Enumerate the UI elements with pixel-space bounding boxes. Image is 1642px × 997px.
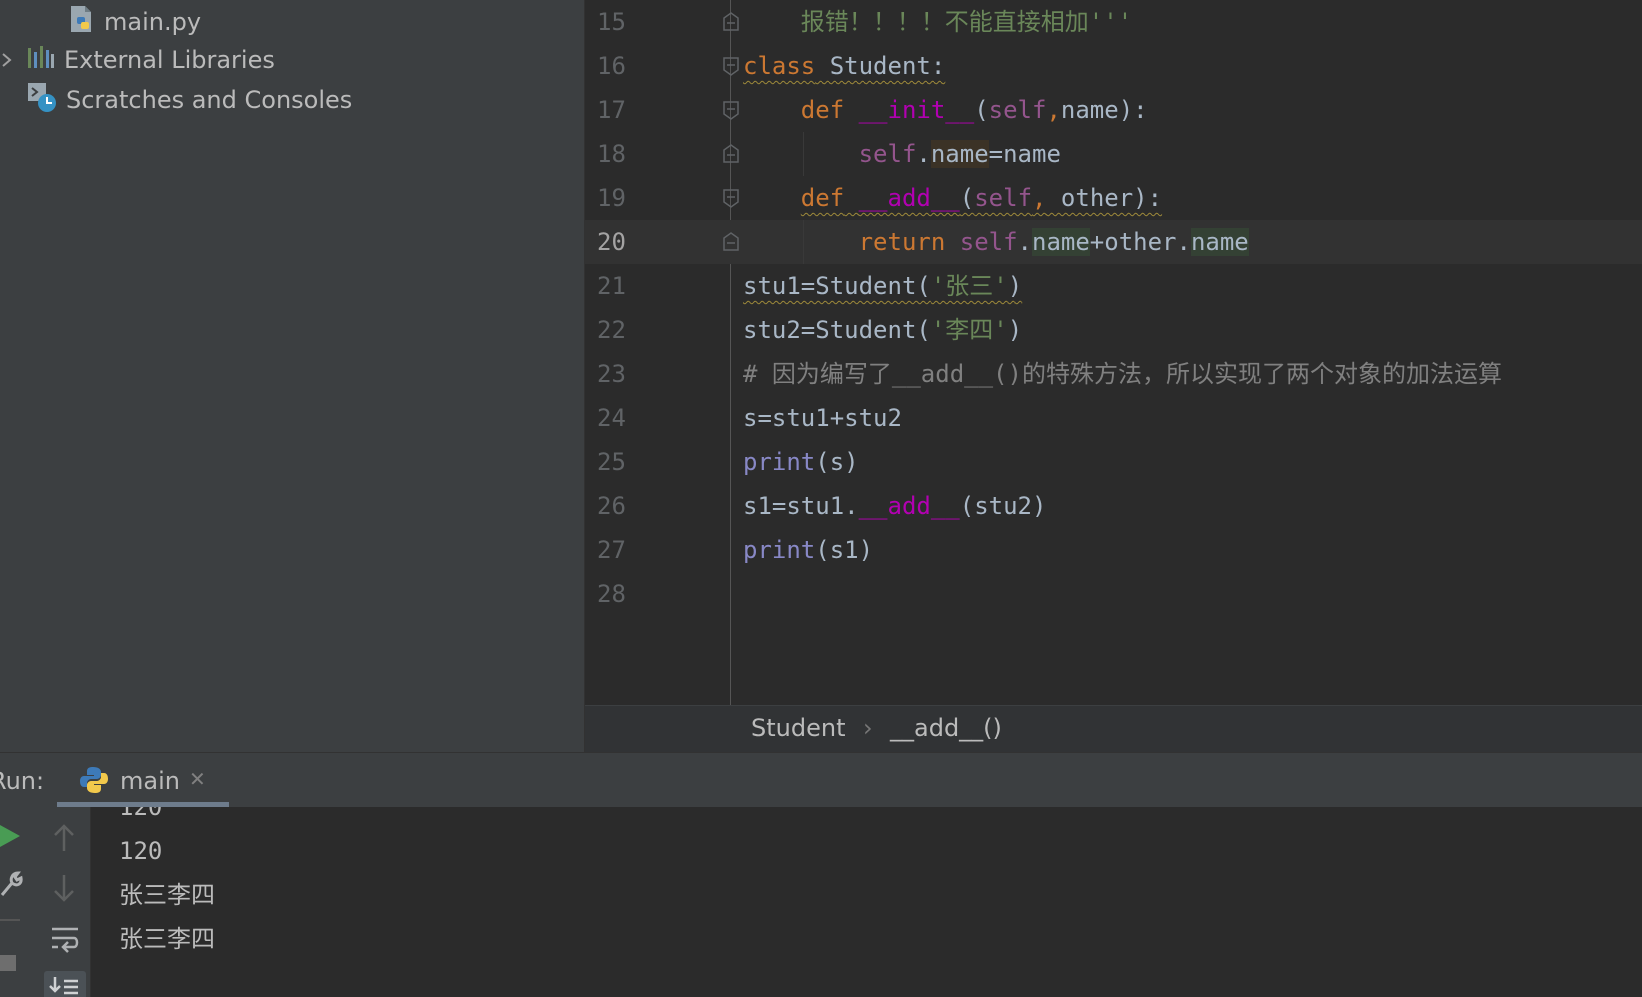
code-text: class Student: — [743, 52, 946, 80]
code-text: self.name=name — [858, 140, 1061, 168]
tree-item-main-py[interactable]: main.py — [68, 2, 201, 42]
code-text: print(s) — [743, 448, 859, 476]
console-output-line: 120 — [119, 837, 163, 865]
code-line[interactable]: 22 stu2=Student('李四') — [585, 308, 1642, 352]
code-line[interactable]: 23 # 因为编写了__add__()的特殊方法，所以实现了两个对象的加法运算 — [585, 352, 1642, 396]
arrow-down-icon[interactable] — [51, 873, 77, 907]
code-line[interactable]: 26 s1=stu1.__add__(stu2) — [585, 484, 1642, 528]
arrow-up-icon[interactable] — [51, 823, 77, 857]
run-label: Run: — [0, 767, 45, 795]
line-number: 26 — [597, 492, 626, 520]
chevron-right-icon[interactable] — [0, 46, 14, 74]
console-output-line: 张三李四 — [119, 925, 215, 953]
code-line[interactable]: 18 self.name=name — [585, 132, 1642, 176]
rerun-icon[interactable] — [0, 823, 22, 853]
code-line-current[interactable]: 20 return self.name+other.name — [585, 220, 1642, 264]
indent-guide — [803, 132, 804, 176]
run-console[interactable]: 120 120 张三李四 张三李四 — [0, 807, 1642, 997]
tree-item-label: main.py — [104, 8, 202, 36]
fold-start-icon[interactable] — [722, 56, 740, 76]
fold-end-icon[interactable] — [722, 12, 740, 32]
scratches-icon — [26, 81, 58, 119]
code-text: def __init__(self,name): — [800, 96, 1148, 124]
code-line[interactable]: 15 报错！！！！不能直接相加''' — [585, 0, 1642, 44]
tab-main[interactable]: main ✕ — [57, 753, 229, 807]
tree-item-label: External Libraries — [64, 46, 275, 74]
code-line[interactable]: 27 print(s1) — [585, 528, 1642, 572]
code-text: print(s1) — [743, 536, 874, 564]
line-number: 15 — [597, 8, 626, 36]
library-icon — [26, 44, 56, 76]
wrench-icon[interactable] — [0, 869, 24, 901]
indent-guide — [803, 220, 804, 264]
code-text: 报错！！！！不能直接相加''' — [743, 8, 1133, 36]
stop-icon[interactable] — [0, 919, 30, 983]
run-toolbar — [0, 807, 91, 997]
code-editor[interactable]: 15 报错！！！！不能直接相加''' 16 class Student: 17 … — [585, 0, 1642, 705]
console-output-line: 张三李四 — [119, 881, 215, 909]
soft-wrap-icon[interactable] — [50, 925, 80, 959]
fold-start-icon[interactable] — [722, 188, 740, 208]
python-icon — [79, 765, 109, 801]
code-line[interactable]: 28 — [585, 572, 1642, 616]
code-text: s1=stu1.__add__(stu2) — [743, 492, 1047, 520]
breadcrumb-separator: › — [863, 714, 873, 742]
fold-start-icon[interactable] — [722, 100, 740, 120]
breadcrumb-item-class[interactable]: Student — [751, 714, 845, 742]
fold-end-icon[interactable] — [722, 144, 740, 164]
code-line[interactable]: 19 def __add__(self, other): — [585, 176, 1642, 220]
code-text: s=stu1+stu2 — [743, 404, 902, 432]
run-panel-header: Run: main ✕ — [0, 752, 1642, 808]
line-number: 22 — [597, 316, 626, 344]
tab-label: main — [120, 767, 180, 795]
breadcrumb: Student › __add__() — [585, 705, 1642, 753]
line-number: 19 — [597, 184, 626, 212]
project-tree: main.py External Libraries Scratches and… — [0, 0, 585, 752]
line-number: 18 — [597, 140, 626, 168]
python-file-icon — [68, 4, 96, 40]
line-number: 21 — [597, 272, 626, 300]
code-text: return self.name+other.name — [858, 228, 1249, 256]
code-text: def __add__(self, other): — [800, 184, 1163, 212]
code-text: stu2=Student('李四') — [743, 316, 1023, 344]
line-number: 28 — [597, 580, 626, 608]
line-number: 23 — [597, 360, 626, 388]
line-number: 16 — [597, 52, 626, 80]
breadcrumb-item-method[interactable]: __add__() — [890, 714, 1002, 742]
scroll-to-end-icon[interactable] — [44, 971, 86, 997]
line-number: 24 — [597, 404, 626, 432]
line-number: 20 — [597, 228, 626, 256]
tree-item-external-libraries[interactable]: External Libraries — [0, 40, 275, 80]
code-text: # 因为编写了__add__()的特殊方法，所以实现了两个对象的加法运算 — [743, 360, 1502, 388]
code-line[interactable]: 24 s=stu1+stu2 — [585, 396, 1642, 440]
code-text: stu1=Student('张三') — [743, 272, 1023, 300]
line-number: 25 — [597, 448, 626, 476]
line-number: 17 — [597, 96, 626, 124]
line-number: 27 — [597, 536, 626, 564]
fold-end-icon[interactable] — [722, 232, 740, 252]
tree-item-scratches-and-consoles[interactable]: Scratches and Consoles — [26, 80, 352, 120]
code-line[interactable]: 16 class Student: — [585, 44, 1642, 88]
tree-item-label: Scratches and Consoles — [66, 86, 353, 114]
code-line[interactable]: 25 print(s) — [585, 440, 1642, 484]
code-line[interactable]: 17 def __init__(self,name): — [585, 88, 1642, 132]
close-icon[interactable]: ✕ — [189, 767, 206, 791]
code-line[interactable]: 21 stu1=Student('张三') — [585, 264, 1642, 308]
console-output-line: 120 — [119, 807, 163, 821]
